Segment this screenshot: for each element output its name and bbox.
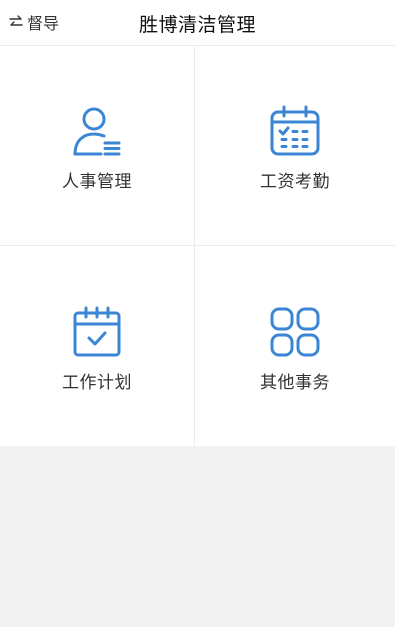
menu-item-payroll-attendance[interactable]: 工资考勤 — [195, 46, 395, 246]
menu-item-label: 工资考勤 — [260, 172, 330, 192]
menu-item-label: 工作计划 — [62, 372, 132, 393]
menu-item-other-affairs[interactable]: 其他事务 — [195, 246, 395, 446]
calendar-check-icon — [71, 306, 123, 358]
menu-item-label: 人事管理 — [62, 172, 132, 192]
person-list-icon — [71, 105, 123, 157]
menu-item-hr[interactable]: 人事管理 — [0, 46, 195, 246]
page-title: 胜博清洁管理 — [138, 14, 256, 36]
menu-item-label: 其他事务 — [260, 372, 330, 393]
menu-grid: 人事管理 工资考勤 工作计划 其他事务 — [0, 46, 395, 446]
empty-background-area — [0, 446, 395, 627]
menu-item-work-plan[interactable]: 工作计划 — [0, 246, 195, 446]
top-bar: 督导 胜博清洁管理 — [0, 0, 395, 46]
apps-grid-icon — [269, 306, 321, 358]
calendar-grid-icon — [269, 105, 321, 157]
